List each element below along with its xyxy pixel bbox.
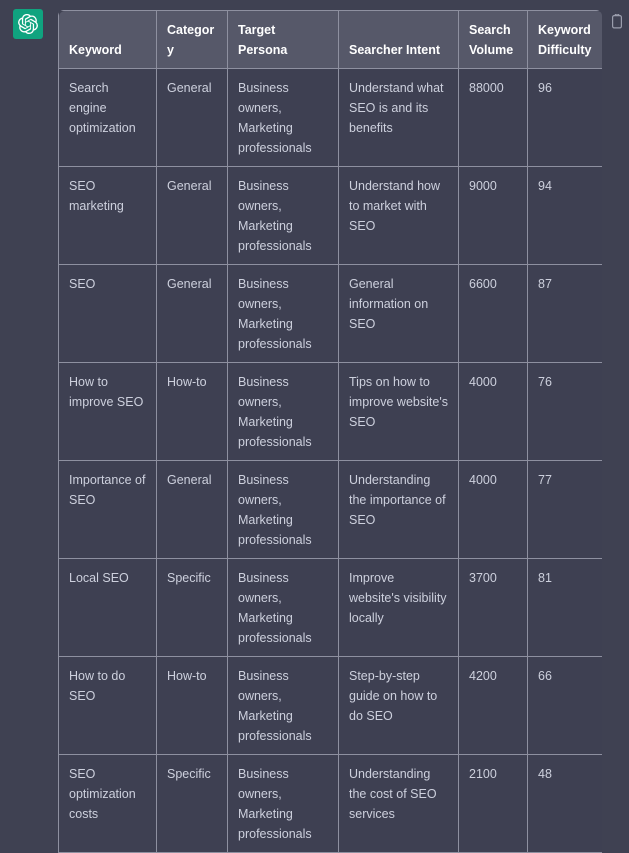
cell-category: How-to xyxy=(156,362,228,461)
table-row: SEO marketing General Business owners, M… xyxy=(58,166,602,265)
cell-intent: Understanding the importance of SEO xyxy=(338,460,459,559)
table-header-row: Keyword Category Target Persona Searcher… xyxy=(58,10,602,69)
cell-volume: 2100 xyxy=(458,754,528,853)
table-row: Search engine optimization General Busin… xyxy=(58,68,602,167)
cell-difficulty: 81 xyxy=(527,558,602,657)
cell-keyword: SEO optimization costs xyxy=(58,754,157,853)
cell-keyword: SEO xyxy=(58,264,157,363)
cell-difficulty: 77 xyxy=(527,460,602,559)
cell-intent: Understand how to market with SEO xyxy=(338,166,459,265)
cell-category: How-to xyxy=(156,656,228,755)
cell-volume: 6600 xyxy=(458,264,528,363)
cell-intent: General information on SEO xyxy=(338,264,459,363)
cell-volume: 9000 xyxy=(458,166,528,265)
cell-difficulty: 48 xyxy=(527,754,602,853)
cell-persona: Business owners, Marketing professionals xyxy=(227,558,339,657)
openai-logo-icon xyxy=(18,14,38,34)
column-header-target-persona: Target Persona xyxy=(227,10,339,69)
table-row: Importance of SEO General Business owner… xyxy=(58,460,602,559)
cell-category: General xyxy=(156,264,228,363)
cell-persona: Business owners, Marketing professionals xyxy=(227,264,339,363)
cell-volume: 88000 xyxy=(458,68,528,167)
table-row: Local SEO Specific Business owners, Mark… xyxy=(58,558,602,657)
cell-persona: Business owners, Marketing professionals xyxy=(227,362,339,461)
cell-volume: 4200 xyxy=(458,656,528,755)
cell-keyword: SEO marketing xyxy=(58,166,157,265)
cell-persona: Business owners, Marketing professionals xyxy=(227,68,339,167)
cell-volume: 4000 xyxy=(458,460,528,559)
table-row: How to do SEO How-to Business owners, Ma… xyxy=(58,656,602,755)
cell-intent: Tips on how to improve website's SEO xyxy=(338,362,459,461)
table-row: SEO General Business owners, Marketing p… xyxy=(58,264,602,363)
cell-category: Specific xyxy=(156,558,228,657)
cell-persona: Business owners, Marketing professionals xyxy=(227,166,339,265)
keyword-research-table: Keyword Category Target Persona Searcher… xyxy=(58,10,602,853)
cell-category: General xyxy=(156,68,228,167)
cell-persona: Business owners, Marketing professionals xyxy=(227,656,339,755)
cell-keyword: Search engine optimization xyxy=(58,68,157,167)
cell-intent: Step-by-step guide on how to do SEO xyxy=(338,656,459,755)
cell-keyword: How to improve SEO xyxy=(58,362,157,461)
cell-volume: 4000 xyxy=(458,362,528,461)
column-header-keyword-difficulty: Keyword Difficulty xyxy=(527,10,602,69)
cell-difficulty: 94 xyxy=(527,166,602,265)
table-row: How to improve SEO How-to Business owner… xyxy=(58,362,602,461)
cell-keyword: How to do SEO xyxy=(58,656,157,755)
cell-intent: Improve website's visibility locally xyxy=(338,558,459,657)
cell-keyword: Local SEO xyxy=(58,558,157,657)
assistant-avatar xyxy=(13,9,43,39)
cell-category: Specific xyxy=(156,754,228,853)
cell-difficulty: 66 xyxy=(527,656,602,755)
cell-keyword: Importance of SEO xyxy=(58,460,157,559)
cell-category: General xyxy=(156,460,228,559)
cell-difficulty: 96 xyxy=(527,68,602,167)
cell-difficulty: 87 xyxy=(527,264,602,363)
column-header-searcher-intent: Searcher Intent xyxy=(338,10,459,69)
cell-volume: 3700 xyxy=(458,558,528,657)
cell-intent: Understanding the cost of SEO services xyxy=(338,754,459,853)
cell-persona: Business owners, Marketing professionals xyxy=(227,754,339,853)
column-header-keyword: Keyword xyxy=(58,10,157,69)
table-row: SEO optimization costs Specific Business… xyxy=(58,754,602,853)
keyword-table-container: Keyword Category Target Persona Searcher… xyxy=(58,10,602,853)
cell-difficulty: 76 xyxy=(527,362,602,461)
cell-persona: Business owners, Marketing professionals xyxy=(227,460,339,559)
cell-category: General xyxy=(156,166,228,265)
copy-clipboard-icon[interactable] xyxy=(610,14,624,30)
column-header-search-volume: Search Volume xyxy=(458,10,528,69)
column-header-category: Category xyxy=(156,10,228,69)
cell-intent: Understand what SEO is and its benefits xyxy=(338,68,459,167)
